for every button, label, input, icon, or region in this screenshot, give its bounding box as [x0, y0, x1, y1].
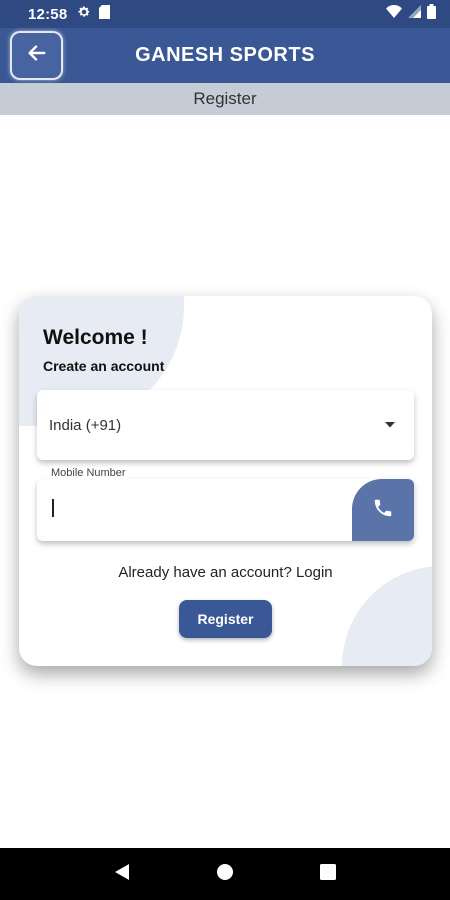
decorative-blob-bottom — [342, 566, 432, 666]
phone-icon — [372, 497, 394, 524]
mobile-number-label: Mobile Number — [49, 467, 128, 479]
sim-card-icon — [99, 4, 111, 24]
status-right-icons — [386, 4, 436, 24]
wifi-icon — [386, 5, 402, 23]
register-card: Welcome ! Create an account India (+91) … — [19, 296, 432, 666]
arrow-left-icon — [26, 42, 48, 69]
status-bar: 12:58 — [0, 0, 450, 28]
create-account-subtitle: Create an account — [43, 358, 165, 374]
nav-recents-button[interactable] — [308, 854, 348, 894]
app-bar: GANESH SPORTS — [0, 28, 450, 83]
status-time: 12:58 — [28, 5, 68, 23]
caret-down-icon — [384, 416, 396, 434]
square-recents-icon — [320, 863, 337, 885]
signal-icon — [408, 5, 421, 23]
back-button[interactable] — [10, 31, 63, 80]
country-code-select[interactable]: India (+91) — [37, 390, 414, 460]
welcome-heading: Welcome ! — [43, 326, 148, 349]
status-left-icons — [77, 4, 111, 24]
mobile-number-input[interactable] — [49, 493, 339, 523]
country-code-value: India (+91) — [49, 416, 122, 434]
circle-home-icon — [216, 863, 234, 886]
navigation-bar — [0, 848, 450, 900]
nav-back-button[interactable] — [102, 854, 142, 894]
gear-icon — [77, 5, 91, 24]
battery-icon — [427, 4, 436, 24]
login-link[interactable]: Already have an account? Login — [19, 564, 432, 581]
phone-button[interactable] — [352, 479, 414, 541]
mobile-number-field[interactable]: Mobile Number — [37, 467, 414, 541]
nav-home-button[interactable] — [205, 854, 245, 894]
page-title: Register — [0, 83, 450, 115]
text-cursor — [52, 499, 54, 517]
triangle-back-icon — [114, 863, 130, 886]
app-title: GANESH SPORTS — [135, 44, 315, 66]
register-button[interactable]: Register — [179, 600, 272, 638]
